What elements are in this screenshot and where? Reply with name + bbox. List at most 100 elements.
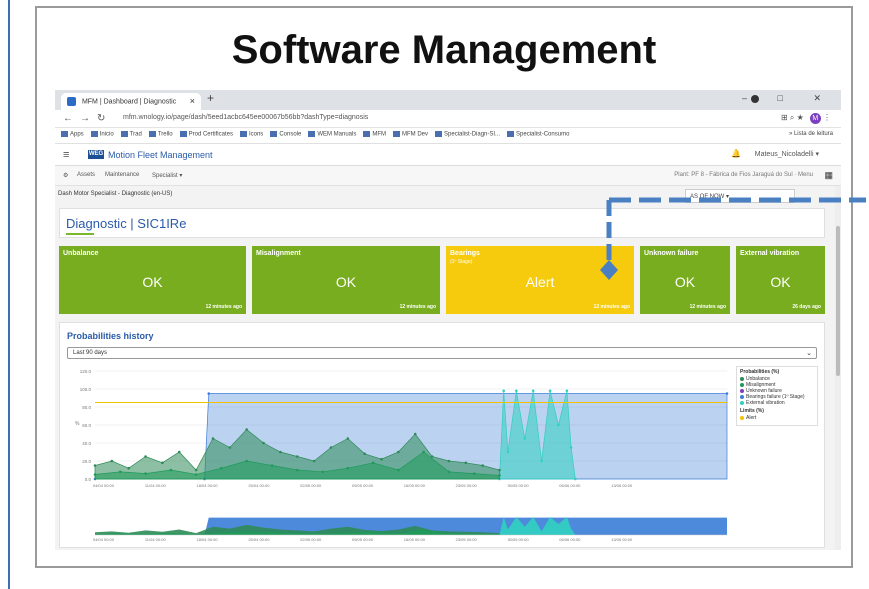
status-card-time: 12 minutes ago — [399, 304, 436, 310]
data-point — [245, 459, 248, 463]
data-point — [447, 470, 451, 474]
app-name: Motion Fleet Management — [108, 150, 213, 160]
nav-buttons[interactable]: ←→↻ — [63, 113, 112, 124]
data-point — [447, 459, 451, 463]
plant-info: Plant: PF 8 - Fábrica de Fios Jaraguá do… — [674, 172, 813, 178]
data-point — [270, 464, 274, 467]
user-menu[interactable]: Mateus_Nicoladelli ▾ — [755, 150, 819, 158]
scrollbar-thumb[interactable] — [836, 226, 840, 376]
bookmark-item[interactable]: Specialist-Consumo — [507, 131, 569, 138]
x-tick-label: 30/05 00:00 — [507, 483, 529, 488]
x-tick-label: 02/05 00:00 — [300, 483, 322, 488]
slide-left-rule — [8, 0, 10, 589]
data-point — [207, 392, 211, 395]
probabilities-chart: 0.0 20.0 40.0 60.0 80.0 100.0 120.0% 04/04 00:0… — [75, 369, 729, 542]
profile-avatar[interactable]: M — [809, 113, 821, 124]
new-tab-icon[interactable]: + — [207, 91, 214, 105]
navigator-tick-label: 13/06 00:00 — [611, 537, 633, 542]
y-tick-label: 40.0 — [82, 441, 91, 446]
status-card-label: Bearings — [450, 250, 480, 257]
bookmark-item[interactable]: Prod Certificates — [179, 131, 233, 138]
data-point — [422, 450, 425, 454]
menu-icon[interactable]: ≡ — [63, 149, 69, 161]
bookmark-item[interactable]: MFM — [363, 131, 386, 138]
address-bar-icons[interactable]: ⊞ ⌕ ★ M ⋮ — [781, 113, 831, 124]
data-point — [464, 461, 468, 465]
data-point — [397, 468, 400, 472]
x-tick-label: 16/05 00:00 — [404, 483, 426, 488]
data-point — [177, 450, 181, 454]
app-header: ≡ WEG Motion Fleet Management 🔔 Mateus_N… — [55, 144, 841, 166]
bookmark-item[interactable]: Console — [270, 131, 301, 138]
status-card-value: OK — [335, 274, 357, 290]
bookmark-item[interactable]: Trad — [120, 131, 142, 138]
url-field[interactable]: mfm.wnology.io/page/dash/5eed1acbc645ee0… — [123, 114, 368, 121]
bookmark-item[interactable]: Trello — [148, 131, 173, 138]
data-point — [220, 466, 223, 470]
status-card[interactable]: Unbalance OK 12 minutes ago — [59, 246, 246, 314]
bookmark-item[interactable]: MFM Dev — [393, 131, 428, 138]
page-scrollbar[interactable] — [835, 186, 841, 550]
y-tick-label: 60.0 — [82, 423, 91, 428]
browser-tab[interactable]: MFM | Dashboard | Diagnostic × — [61, 93, 201, 110]
legend-title: Probabilities (%) — [740, 369, 780, 375]
data-point — [262, 441, 265, 445]
data-point — [397, 450, 400, 454]
bookmark-icon — [239, 131, 247, 138]
data-point — [144, 472, 147, 475]
bookmark-item[interactable]: WEM Manuals — [308, 131, 356, 138]
chevron-down-icon: ⌄ — [806, 350, 812, 357]
navigator-tick-label: 16/05 00:00 — [404, 537, 426, 542]
status-card[interactable]: External vibration OK 26 days ago — [736, 246, 825, 314]
bookmark-icon — [148, 131, 156, 138]
status-card-time: 12 minutes ago — [205, 304, 242, 310]
bookmark-item[interactable]: Icons — [239, 131, 263, 138]
menu-maintenance[interactable]: Maintenance — [105, 172, 139, 178]
data-point — [346, 437, 350, 440]
data-point — [161, 461, 164, 465]
menu-assets[interactable]: Assets — [77, 172, 95, 178]
window-controls[interactable]: – □ ✕ — [742, 93, 835, 104]
data-point — [363, 452, 366, 456]
bookmark-item[interactable]: Inicio — [90, 131, 114, 138]
status-card-time: 26 days ago — [792, 304, 821, 310]
data-point — [245, 428, 248, 431]
status-card-time: 12 minutes ago — [689, 304, 726, 310]
data-point — [118, 470, 122, 474]
qr-icon[interactable]: ▦ — [824, 170, 833, 181]
dashboard-content: Dash Motor Specialist - Diagnostic (en-U… — [55, 186, 841, 550]
as-of-selector[interactable]: AS OF NOW ▾ — [685, 189, 795, 203]
legend-swatch — [740, 394, 744, 399]
bell-icon[interactable]: 🔔 — [731, 149, 741, 158]
bookmark-item[interactable]: Apps — [61, 131, 84, 138]
browser-screenshot: MFM | Dashboard | Diagnostic × + – □ ✕ ←… — [55, 90, 841, 550]
heading-underline — [66, 233, 94, 235]
menu-specialist[interactable]: Specialist ▾ — [152, 172, 182, 179]
probabilities-history-card: Probabilities history Last 90 days ⌄ 0.0… — [59, 322, 825, 548]
x-tick-label: 06/06 00:00 — [559, 483, 581, 488]
navigator-tick-label: 11/04 00:00 — [145, 537, 167, 542]
bookmark-icon — [507, 131, 515, 138]
bookmark-icon — [179, 131, 187, 138]
data-point — [295, 455, 299, 458]
close-tab-icon[interactable]: × — [190, 96, 195, 106]
bookmark-item[interactable]: Specialist-Diagn-SI... — [435, 131, 500, 138]
settings-icon[interactable]: ⚙ — [63, 172, 68, 179]
data-point — [194, 473, 198, 476]
browser-tab-bar: MFM | Dashboard | Diagnostic × + – □ ✕ — [55, 90, 841, 110]
reading-list[interactable]: » Lista de leitura — [784, 131, 833, 137]
legend-item: External vibration — [740, 400, 814, 406]
favicon-icon — [67, 97, 76, 106]
status-card[interactable]: Misalignment OK 12 minutes ago — [252, 246, 440, 314]
navigator-tick-label: 18/04 00:00 — [197, 537, 219, 542]
status-card-time: 12 minutes ago — [593, 304, 630, 310]
status-card-label: External vibration — [740, 250, 800, 257]
data-point — [93, 464, 97, 467]
bookmark-icon — [61, 131, 68, 138]
status-card[interactable]: Unknown failure OK 12 minutes ago — [640, 246, 730, 314]
bookmark-icon — [270, 131, 278, 138]
bookmark-icon — [393, 131, 401, 138]
time-range-select[interactable]: Last 90 days ⌄ — [67, 347, 817, 359]
status-card-value: OK — [142, 274, 163, 290]
status-card[interactable]: Bearings (1º Stage) Alert 12 minutes ago — [446, 246, 634, 314]
